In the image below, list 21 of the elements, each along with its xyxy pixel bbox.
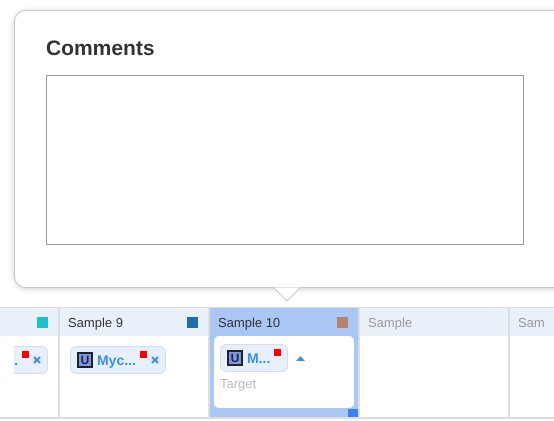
target-chip[interactable]: .: [14, 346, 48, 374]
comment-field[interactable]: [46, 75, 524, 245]
target-chip[interactable]: U Myc...: [70, 346, 166, 374]
target-chip[interactable]: U M...: [220, 344, 288, 372]
chip-label: .: [14, 352, 18, 368]
chip-label: M...: [247, 350, 270, 366]
flag-icon: [140, 351, 147, 358]
chip-label: Myc...: [97, 352, 136, 368]
column-header: Sample: [368, 314, 414, 330]
popover-title: Comments: [46, 37, 156, 61]
flag-icon: [22, 351, 29, 358]
u-badge: U: [77, 352, 93, 368]
column-header: Sam: [518, 314, 545, 330]
column-header: Sample 9: [68, 314, 124, 330]
target-input[interactable]: Target: [220, 376, 320, 391]
u-badge: U: [227, 350, 243, 366]
flag-icon: [274, 349, 282, 356]
column-header: Sample 10: [218, 314, 282, 330]
remove-icon[interactable]: [33, 356, 41, 364]
caret-up-icon[interactable]: [296, 355, 306, 361]
remove-icon[interactable]: [150, 356, 159, 364]
